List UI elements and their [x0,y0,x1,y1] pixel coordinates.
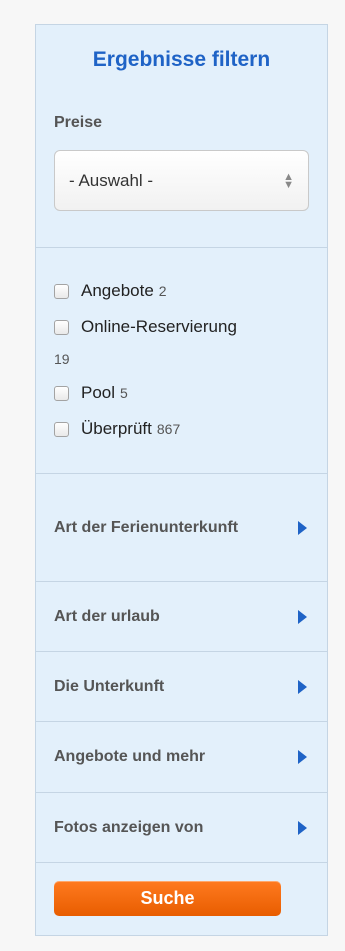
checkbox-count: 867 [156,421,181,437]
facet-label: Angebote und mehr [54,748,206,765]
price-label: Preise [54,114,103,131]
search-button[interactable]: Suche [54,881,281,916]
filter-header: Ergebnisse filtern Preise - Auswahl - ▲ ▼ [36,25,327,248]
filter-title: Ergebnisse filtern [92,48,271,71]
caret-right-icon [298,679,307,694]
facet-art-der-urlaub[interactable]: Art der urlaub [36,582,327,652]
facet-label: Art der Ferienunterkunft [54,518,239,536]
facet-angebote-und-mehr[interactable]: Angebote und mehr [36,722,327,793]
up-down-chevrons-icon: ▲ ▼ [283,170,294,191]
checkbox-count: 5 [120,385,128,401]
checkbox-label: Angebote [81,281,154,300]
caret-right-icon [298,750,307,764]
checkbox-label: Online-Reservierung [81,317,237,336]
price-select[interactable]: - Auswahl - ▲ ▼ [54,150,309,211]
feature-checkboxes: Angebote 2 Online-Reservierung 19 Pool 5… [36,248,327,474]
checkbox-angebote[interactable]: Angebote 2 [54,273,327,309]
checkbox-online-reservierung[interactable]: Online-Reservierung [54,309,327,345]
checkbox-label: Überprüft [81,419,152,438]
filter-panel: Ergebnisse filtern Preise - Auswahl - ▲ ▼… [35,24,328,936]
facet-label: Art der urlaub [54,607,160,625]
checkbox-box[interactable] [54,421,69,437]
caret-right-icon [298,520,307,535]
checkbox-count: 2 [158,283,167,299]
facet-die-unterkunft[interactable]: Die Unterkunft [36,652,327,722]
caret-right-icon [298,609,307,624]
facet-art-der-ferienunterkunft[interactable]: Art der Ferienunterkunft [36,474,327,582]
facet-label: Die Unterkunft [54,677,165,695]
price-select-value: - Auswahl - [69,170,154,190]
checkbox-count: 19 [54,351,70,367]
facet-label: Fotos anzeigen von [54,818,204,836]
checkbox-box[interactable] [54,385,69,401]
caret-right-icon [298,820,307,835]
checkbox-box[interactable] [54,319,69,335]
checkbox-box[interactable] [54,283,69,299]
checkbox-label: Pool [81,383,116,402]
checkbox-ueberprueft[interactable]: Überprüft 867 [54,411,327,447]
checkbox-pool[interactable]: Pool 5 [54,375,327,411]
search-area: Suche [36,863,327,916]
facet-fotos-anzeigen-von[interactable]: Fotos anzeigen von [36,793,327,863]
